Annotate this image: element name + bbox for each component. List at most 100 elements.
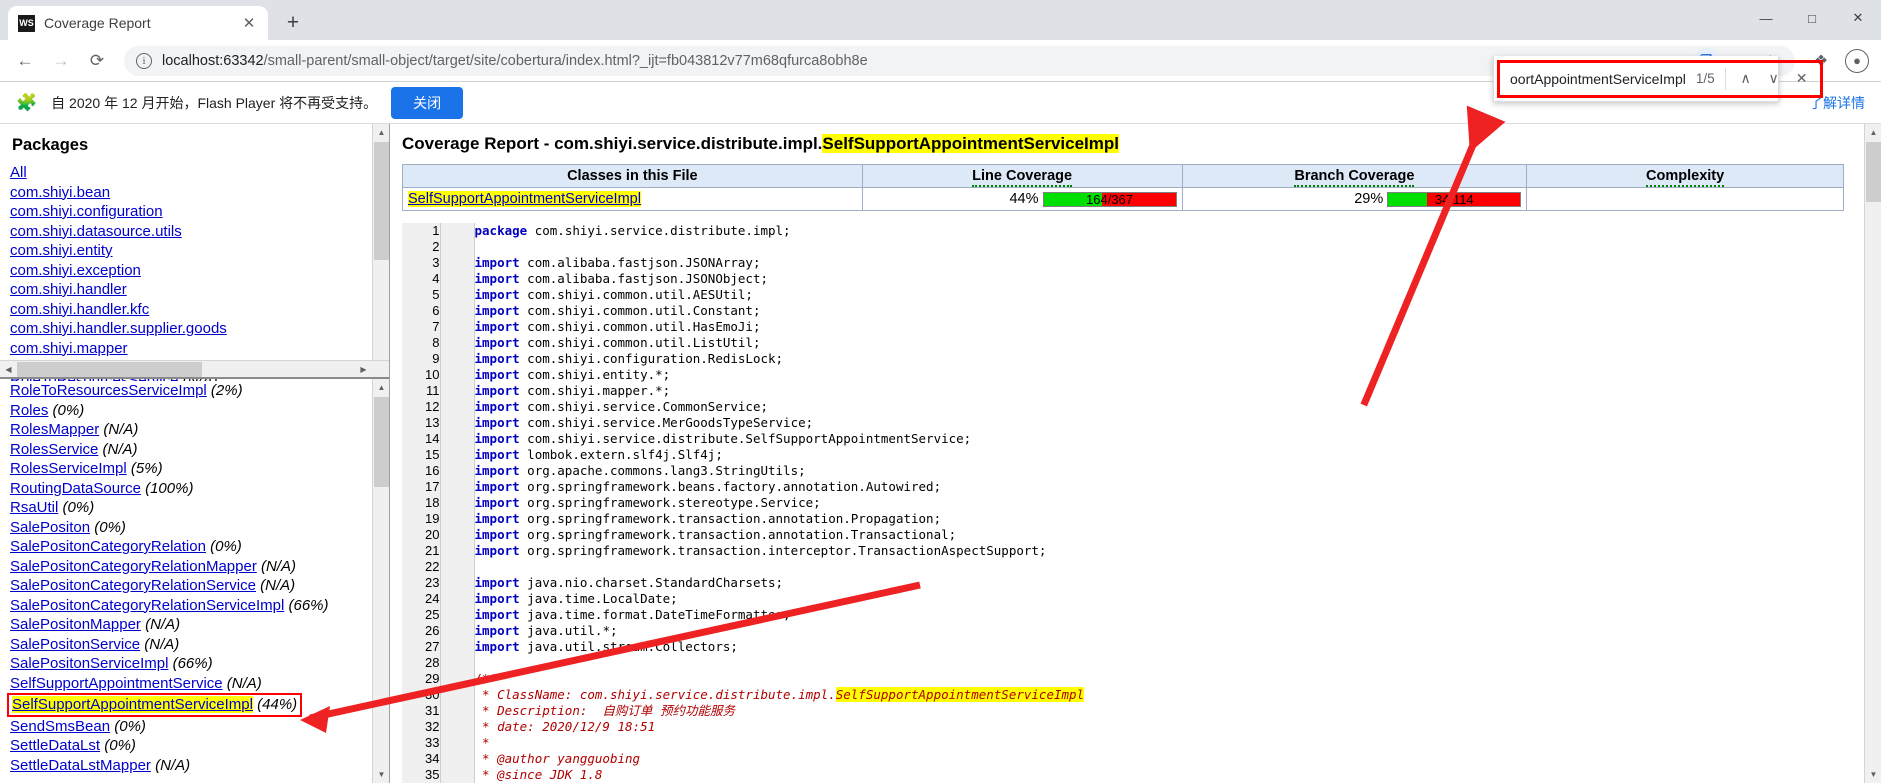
reload-icon[interactable]: ⟳	[80, 44, 114, 78]
sidebar-class-item[interactable]: SelfSupportAppointmentService (N/A)	[10, 674, 381, 694]
sidebar-class-item[interactable]: RolesService (N/A)	[10, 440, 381, 460]
sidebar-class-link[interactable]: RoleToResourcesServiceImpl	[10, 382, 207, 399]
sidebar-package-link[interactable]: com.shiyi.datasource.utils	[10, 222, 381, 242]
cell-class-name[interactable]: SelfSupportAppointmentServiceImpl	[402, 187, 863, 211]
sidebar-class-link[interactable]: SendSmsBean	[10, 718, 110, 735]
sidebar-class-link[interactable]: RolesMapper	[10, 421, 99, 438]
sidebar-class-item[interactable]: SalePositon (0%)	[10, 518, 381, 538]
sidebar-class-link[interactable]: Roles	[10, 402, 48, 419]
source-line-row: 3 import com.alibaba.fastjson.JSONArray;	[402, 255, 1844, 271]
sidebar-class-item[interactable]: SendSmsBean (0%)	[10, 717, 381, 737]
classes-scroll-down-icon[interactable]: ▼	[373, 766, 389, 783]
sidebar-class-link[interactable]: RolesServiceImpl	[10, 460, 127, 477]
sidebar-class-item[interactable]: RoleToResourcesServiceImpl (2%)	[10, 381, 381, 401]
report-vscrollbar[interactable]: ▲ ▼	[1864, 124, 1881, 783]
scroll-up-icon[interactable]: ▲	[373, 124, 389, 141]
sidebar-class-link[interactable]: SettleDataLst	[10, 737, 100, 754]
close-icon[interactable]: ✕	[240, 14, 258, 32]
classes-scroll-thumb[interactable]	[374, 397, 389, 487]
infobar-close-button[interactable]: 关闭	[391, 86, 464, 119]
sidebar-class-link[interactable]: RoutingDataSource	[10, 480, 141, 497]
sidebar-class-link[interactable]: SalePositonCategoryRelationServiceImpl	[10, 597, 284, 614]
find-close-icon[interactable]: ✕	[1788, 65, 1816, 93]
sidebar-package-link[interactable]: com.shiyi.bean	[10, 183, 381, 203]
sidebar-package-link[interactable]: com.shiyi.entity	[10, 241, 381, 261]
sidebar-class-percent: (5%)	[130, 460, 163, 477]
back-icon[interactable]: ←	[8, 44, 42, 78]
sidebar-class-link[interactable]: RsaUtil	[10, 499, 58, 516]
classes-vscrollbar[interactable]: ▲ ▼	[372, 379, 389, 783]
sidebar-package-link[interactable]: com.shiyi.mapper	[10, 339, 381, 359]
scroll-right-icon[interactable]: ▶	[355, 361, 372, 378]
source-line-hits	[440, 623, 475, 639]
scroll-left-icon[interactable]: ◀	[0, 361, 17, 378]
sidebar-class-link[interactable]: SalePositonMapper	[10, 616, 141, 633]
sidebar-package-link[interactable]: com.shiyi.handler.kfc	[10, 300, 381, 320]
sidebar-class-link[interactable]: SalePositonCategoryRelation	[10, 538, 206, 555]
find-next-icon[interactable]: ∨	[1760, 65, 1788, 93]
source-line-number: 10	[402, 367, 441, 383]
header-line-coverage[interactable]: Line Coverage	[861, 164, 1183, 188]
packages-vscrollbar[interactable]: ▲ ▼	[372, 124, 389, 377]
sidebar-class-link[interactable]: SalePositonCategoryRelationService	[10, 577, 256, 594]
sidebar-class-item[interactable]: SalePositonCategoryRelationMapper (N/A)	[10, 557, 381, 577]
sidebar-class-item[interactable]: SalePositonServiceImpl (66%)	[10, 654, 381, 674]
sidebar-class-link[interactable]: SelfSupportAppointmentService	[10, 675, 223, 692]
sidebar-class-link[interactable]: RolesService	[10, 441, 98, 458]
sidebar-class-item[interactable]: RsaUtil (0%)	[10, 498, 381, 518]
report-scroll-down-icon[interactable]: ▼	[1865, 766, 1881, 783]
browser-tab[interactable]: WS Coverage Report ✕	[8, 6, 268, 40]
sidebar-package-link[interactable]: com.shiyi.configuration	[10, 202, 381, 222]
sidebar-class-item[interactable]: RolesServiceImpl (5%)	[10, 459, 381, 479]
header-branch-coverage[interactable]: Branch Coverage	[1181, 164, 1528, 188]
sidebar-class-link[interactable]: SalePositonService	[10, 636, 140, 653]
find-input[interactable]: ᴏortAppointmentServiceImpl	[1510, 71, 1686, 87]
window-close-icon[interactable]: ✕	[1835, 0, 1881, 36]
sidebar-class-link[interactable]: SelfSupportAppointmentServiceImpl	[12, 696, 253, 713]
sidebar-class-link[interactable]: SalePositonServiceImpl	[10, 655, 168, 672]
source-line-hits	[440, 367, 475, 383]
maximize-icon[interactable]: □	[1789, 0, 1835, 36]
scroll-thumb[interactable]	[374, 142, 389, 260]
sidebar-class-selected[interactable]: SelfSupportAppointmentServiceImpl (44%)	[7, 693, 303, 717]
sidebar-class-link[interactable]: SalePositonCategoryRelationMapper	[10, 558, 257, 575]
sidebar-package-link[interactable]: com.shiyi.handler.supplier.goods	[10, 319, 381, 339]
sidebar-class-percent: (0%)	[94, 518, 126, 536]
minimize-icon[interactable]: —	[1743, 0, 1789, 36]
sidebar-class-item[interactable]: RolesMapper (N/A)	[10, 420, 381, 440]
classes-scroll-up-icon[interactable]: ▲	[373, 379, 389, 396]
sidebar-class-item[interactable]: SettleDataLst (0%)	[10, 736, 381, 756]
sidebar-class-item[interactable]: SalePositonService (N/A)	[10, 635, 381, 655]
sidebar-class-item[interactable]: SettleDataLstMapper (N/A)	[10, 756, 381, 776]
table-row: SelfSupportAppointmentServiceImpl 44% 16…	[402, 187, 1844, 211]
sidebar-class-item[interactable]: Roles (0%)	[10, 401, 381, 421]
source-line-row: 15 import lombok.extern.slf4j.Slf4j;	[402, 447, 1844, 463]
report-scroll-up-icon[interactable]: ▲	[1865, 124, 1881, 141]
source-line-row: 12 import com.shiyi.service.CommonService…	[402, 399, 1844, 415]
sidebar-package-link[interactable]: com.shiyi.exception	[10, 261, 381, 281]
hscroll-thumb[interactable]	[17, 362, 202, 377]
sidebar-package-link[interactable]: All	[10, 163, 381, 183]
sidebar-class-item[interactable]: SalePositonCategoryRelationServiceImpl (…	[10, 596, 381, 616]
packages-hscrollbar[interactable]: ◀ ▶	[0, 360, 389, 377]
sidebar-class-item[interactable]: SalePositonCategoryRelation (0%)	[10, 537, 381, 557]
sidebar-class-link[interactable]: SettleDataLstMapper	[10, 757, 151, 774]
sidebar-class-link[interactable]: SalePositon	[10, 519, 90, 536]
sidebar-class-item[interactable]: RoutingDataSource (100%)	[10, 479, 381, 499]
sidebar-class-percent: (0%)	[210, 538, 242, 555]
sidebar-package-link[interactable]: com.shiyi.handler	[10, 280, 381, 300]
site-info-icon[interactable]: i	[136, 52, 152, 69]
sidebar-class-item[interactable]: SalePositonCategoryRelationService (N/A)	[10, 576, 381, 596]
source-line-code: import com.shiyi.common.util.AESUtil;	[474, 287, 753, 302]
report-scroll-thumb[interactable]	[1866, 142, 1881, 202]
source-line-number: 16	[402, 463, 441, 479]
forward-icon[interactable]: →	[44, 44, 78, 78]
source-line-hits	[440, 463, 475, 479]
avatar[interactable]: ●	[1841, 45, 1873, 77]
new-tab-button[interactable]: +	[278, 8, 308, 38]
header-complexity[interactable]: Complexity	[1526, 164, 1844, 188]
find-previous-icon[interactable]: ∧	[1732, 65, 1760, 93]
url-path: /small-parent/small-object/target/site/c…	[263, 52, 868, 69]
sidebar-class-item[interactable]: SalePositonMapper (N/A)	[10, 615, 381, 635]
class-link[interactable]: SelfSupportAppointmentServiceImpl	[408, 191, 641, 207]
